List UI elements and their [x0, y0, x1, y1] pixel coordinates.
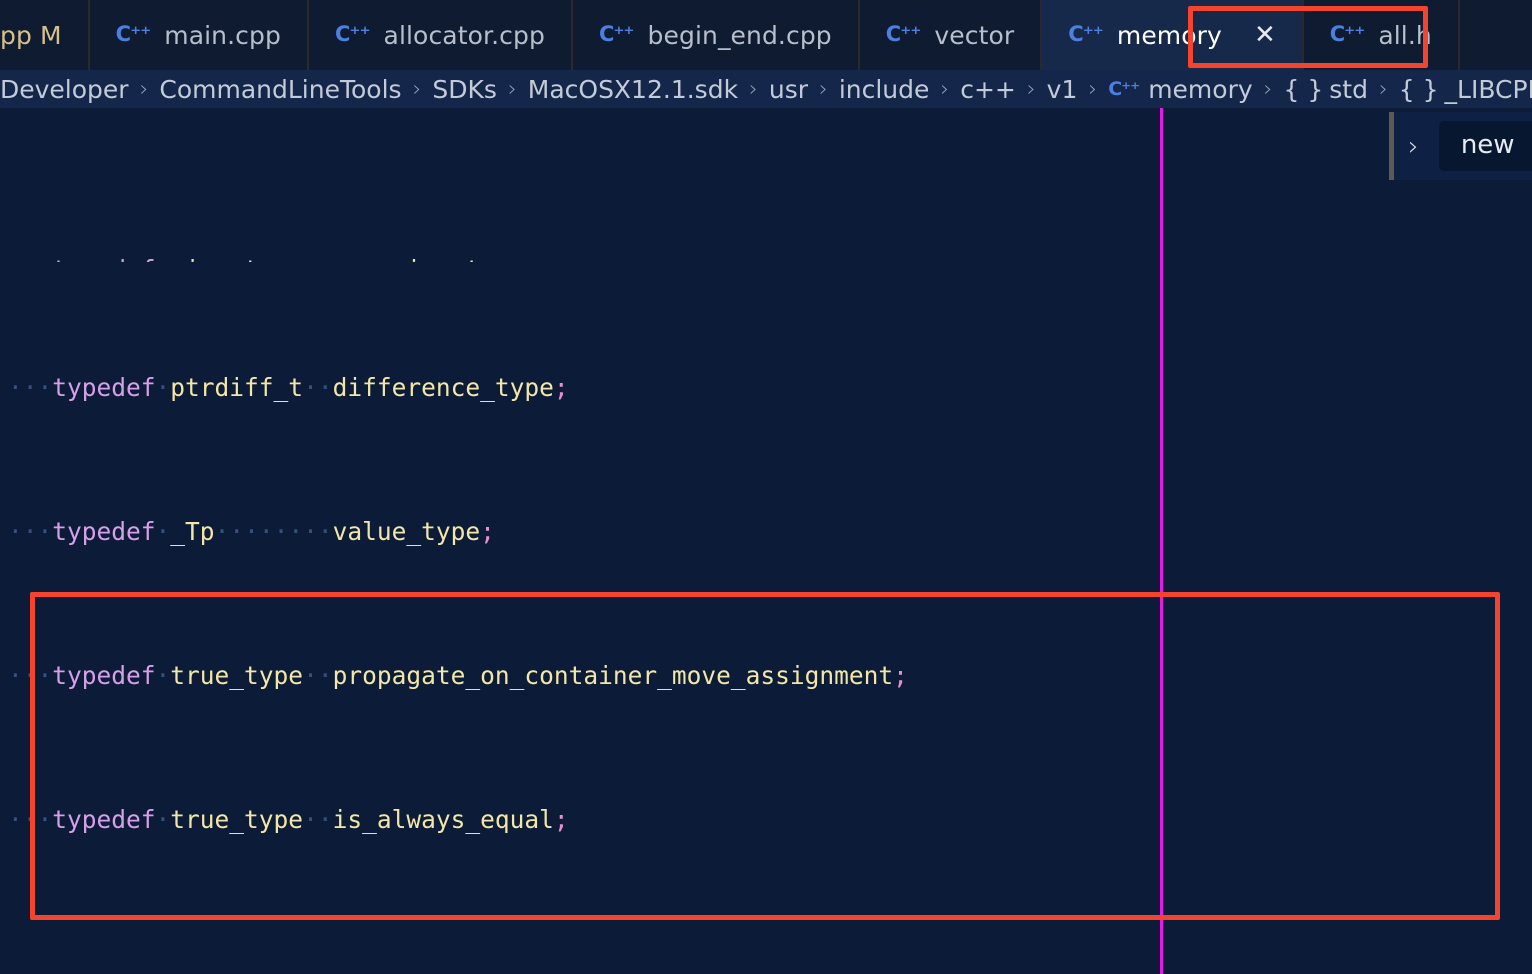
code-line: ···typedef·ptrdiff_t··difference_type;	[8, 373, 569, 402]
editor-tab-bar: pp M C⁺⁺ main.cpp C⁺⁺ allocator.cpp C⁺⁺ …	[0, 0, 1532, 70]
chevron-right-icon: ›	[940, 76, 950, 102]
tab-label: pp M	[0, 20, 62, 50]
tab-begin-end-cpp[interactable]: C⁺⁺ begin_end.cpp	[573, 0, 860, 70]
tab-memory[interactable]: C⁺⁺ memory ✕	[1042, 0, 1304, 70]
breadcrumb-item-cpp[interactable]: c++	[960, 75, 1016, 104]
close-icon[interactable]: ✕	[1254, 22, 1276, 48]
code-line: ···typedef·true_type··propagate_on_conta…	[8, 661, 908, 690]
chevron-right-icon: ›	[1026, 76, 1036, 102]
breadcrumb-item-sdks[interactable]: SDKs	[432, 75, 497, 104]
panel-splitter-handle[interactable]	[1389, 112, 1394, 180]
code-line: ···typedef·size_t·········size_type;	[0, 252, 1532, 262]
chevron-right-icon: ›	[1378, 76, 1388, 102]
cpp-file-icon: C⁺⁺	[1068, 21, 1104, 46]
tab-label: main.cpp	[164, 20, 281, 50]
breadcrumb-item-developer[interactable]: Developer	[0, 75, 129, 104]
code-line: ···typedef·true_type··is_always_equal;	[8, 805, 569, 834]
breadcrumb-item-macosx-sdk[interactable]: MacOSX12.1.sdk	[528, 75, 738, 104]
tab-label: allocator.cpp	[383, 20, 545, 50]
chevron-right-icon: ›	[1088, 76, 1098, 102]
chevron-right-icon: ›	[1263, 76, 1273, 102]
breadcrumb-item-include[interactable]: include	[839, 75, 930, 104]
chevron-right-icon[interactable]: ›	[1408, 133, 1419, 160]
tab-label: all.h	[1378, 20, 1432, 50]
chevron-right-icon: ›	[412, 76, 422, 102]
breadcrumb-item-std[interactable]: std	[1329, 75, 1368, 104]
symbol-popup-label[interactable]: new	[1438, 121, 1532, 171]
tab-all-h[interactable]: C⁺⁺ all.h	[1304, 0, 1460, 70]
code-line: ···typedef·_Tp········value_type;	[8, 517, 495, 546]
chevron-right-icon: ›	[139, 76, 149, 102]
breadcrumb-item-v1[interactable]: v1	[1047, 75, 1078, 104]
breadcrumb-item-libcpp-namespace[interactable]: _LIBCPP_NA	[1445, 75, 1532, 104]
cpp-file-icon: C⁺⁺	[885, 21, 922, 46]
cpp-file-icon: C⁺⁺	[1329, 21, 1366, 46]
cpp-file-icon: C⁺⁺	[334, 21, 371, 46]
breadcrumb-item-commandlinetools[interactable]: CommandLineTools	[159, 75, 401, 104]
tab-label: vector	[934, 20, 1015, 50]
chevron-right-icon: ›	[507, 76, 517, 102]
ide-window: pp M C⁺⁺ main.cpp C⁺⁺ allocator.cpp C⁺⁺ …	[0, 0, 1532, 974]
code-editor[interactable]: ···typedef·size_t·········size_type; ···…	[0, 108, 1532, 974]
breadcrumb-item-usr[interactable]: usr	[769, 75, 808, 104]
tab-label: begin_end.cpp	[647, 20, 832, 50]
chevron-right-icon: ›	[819, 76, 828, 102]
chevron-right-icon: ›	[749, 76, 758, 102]
cpp-file-icon: C⁺⁺	[598, 21, 635, 46]
breadcrumb: Developer › CommandLineTools › SDKs › Ma…	[0, 70, 1532, 108]
breadcrumb-item-memory[interactable]: memory	[1148, 75, 1252, 104]
braces-icon: { }	[1283, 74, 1324, 104]
braces-icon: { }	[1398, 74, 1439, 104]
tab-main-cpp[interactable]: C⁺⁺ main.cpp	[90, 0, 309, 70]
tab-vector[interactable]: C⁺⁺ vector	[860, 0, 1043, 70]
symbol-popup[interactable]: › new	[1394, 112, 1532, 180]
tab-allocator-cpp[interactable]: C⁺⁺ allocator.cpp	[309, 0, 573, 70]
tab-pp-m[interactable]: pp M	[0, 0, 90, 70]
cpp-file-icon: C⁺⁺	[1108, 78, 1140, 100]
tab-label: memory	[1116, 20, 1222, 50]
text-caret	[1160, 108, 1163, 974]
cpp-file-icon: C⁺⁺	[115, 21, 152, 46]
